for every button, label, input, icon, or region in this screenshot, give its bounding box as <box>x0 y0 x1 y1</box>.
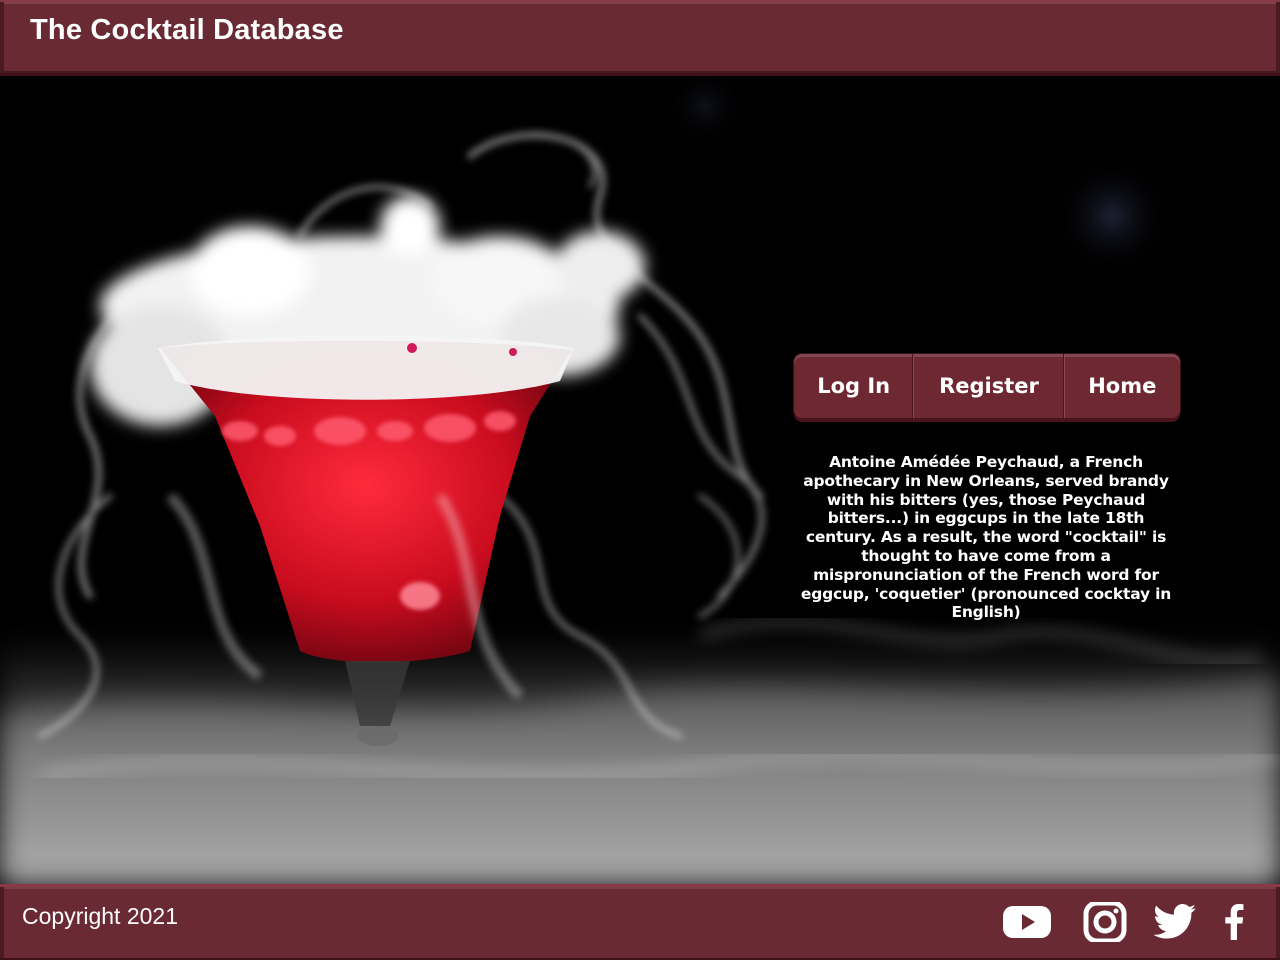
register-button[interactable]: Register <box>914 354 1065 418</box>
copyright-text: Copyright 2021 <box>22 903 178 929</box>
twitter-icon[interactable] <box>1152 899 1198 945</box>
site-title: The Cocktail Database <box>30 14 344 46</box>
site-footer: Copyright 2021 <box>0 884 1280 960</box>
cocktail-fact-text: Antoine Amédée Peychaud, a French apothe… <box>800 453 1172 622</box>
login-button[interactable]: Log In <box>794 354 915 418</box>
youtube-icon[interactable] <box>1002 899 1052 945</box>
site-header: The Cocktail Database <box>0 0 1280 76</box>
home-button[interactable]: Home <box>1065 354 1180 418</box>
facebook-icon[interactable] <box>1220 899 1248 945</box>
instagram-icon[interactable] <box>1080 899 1130 945</box>
main-nav: Log In Register Home <box>794 354 1180 418</box>
